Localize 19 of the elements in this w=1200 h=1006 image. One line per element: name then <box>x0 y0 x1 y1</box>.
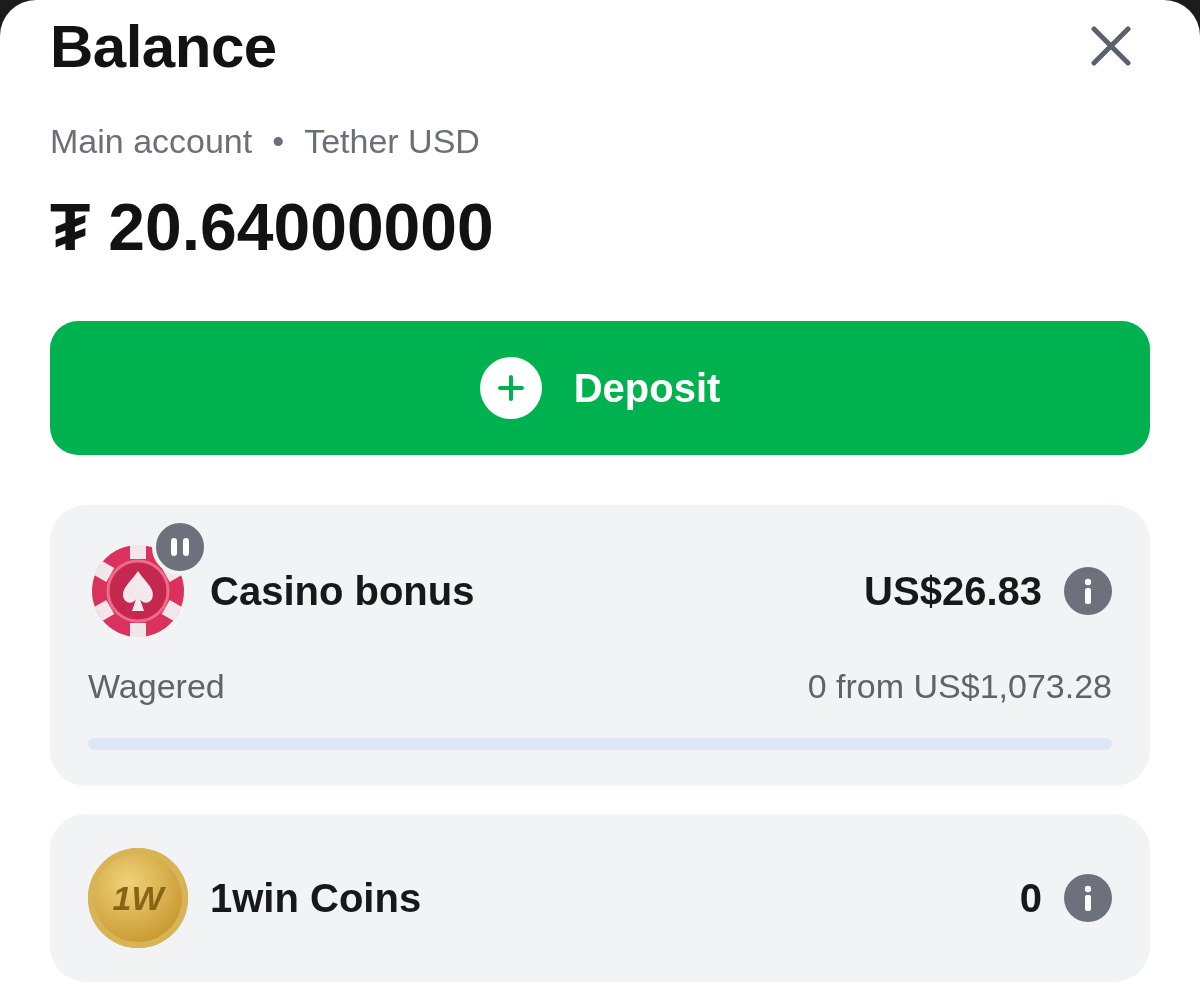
bonus-title: 1win Coins <box>210 875 423 921</box>
account-name: Main account <box>50 122 253 161</box>
plus-icon <box>479 357 542 419</box>
currency-symbol: ₮ <box>50 189 91 265</box>
currency-name: Tether USD <box>304 122 480 161</box>
wagered-progress-text: 0 from US$1,073.28 <box>807 667 1112 706</box>
info-icon[interactable] <box>1064 874 1112 922</box>
info-icon[interactable] <box>1064 567 1112 615</box>
wagered-label: Wagered <box>88 667 225 706</box>
close-icon <box>1091 26 1131 66</box>
bonus-title: Casino bonus <box>210 568 476 614</box>
deposit-button[interactable]: Deposit <box>50 321 1150 455</box>
bonus-amount: 0 <box>1019 875 1042 921</box>
close-button[interactable] <box>1088 23 1134 69</box>
bonus-amount: US$26.83 <box>864 568 1042 614</box>
separator-dot: • <box>272 122 285 161</box>
page-title: Balance <box>50 11 277 81</box>
balance-amount: 20.64000000 <box>108 189 494 265</box>
coin-icon: 1W <box>88 848 188 948</box>
